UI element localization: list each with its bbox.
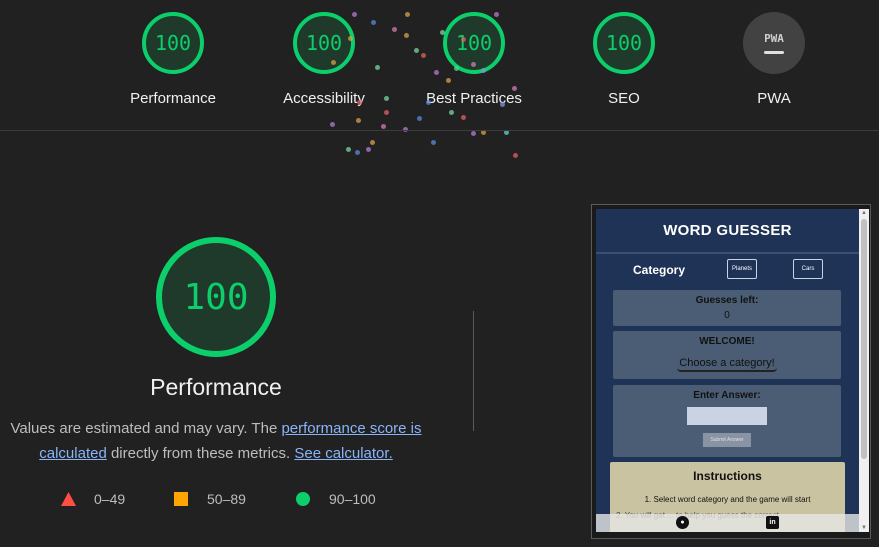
scrollbar-thumb[interactable] bbox=[861, 219, 867, 459]
submit-answer-button: Submit Answer bbox=[703, 433, 751, 447]
gauge-pwa[interactable]: PWA PWA bbox=[699, 12, 849, 107]
performance-main-gauge: 100 bbox=[156, 237, 276, 357]
confetti-dot bbox=[331, 60, 336, 65]
confetti-dot bbox=[392, 27, 397, 32]
confetti-dot bbox=[434, 70, 439, 75]
desc-text: Values are estimated and may vary. The bbox=[10, 420, 282, 437]
confetti-dot bbox=[449, 110, 454, 115]
cars-button: Cars bbox=[793, 259, 823, 279]
confetti-dot bbox=[481, 68, 486, 73]
confetti-dot bbox=[500, 102, 505, 107]
confetti-dot bbox=[404, 33, 409, 38]
confetti-dot bbox=[384, 96, 389, 101]
screenshot-scrollbar[interactable]: ▲ ▼ bbox=[859, 209, 869, 532]
linkedin-icon: in bbox=[766, 516, 779, 529]
confetti-dot bbox=[371, 20, 376, 25]
instruction-line: 1. Select word category and the game wil… bbox=[644, 495, 811, 504]
confetti-dot bbox=[512, 86, 517, 91]
performance-title: Performance bbox=[150, 374, 282, 400]
answer-panel: Enter Answer: Submit Answer bbox=[613, 385, 841, 457]
confetti-dot bbox=[348, 36, 353, 41]
legend-range: 50–89 bbox=[207, 491, 246, 507]
confetti-dot bbox=[355, 150, 360, 155]
confetti-dot bbox=[446, 78, 451, 83]
confetti-dot bbox=[384, 110, 389, 115]
gauge-accessibility[interactable]: 100 Accessibility bbox=[249, 12, 399, 107]
header-divider bbox=[0, 130, 879, 131]
confetti-dot bbox=[494, 12, 499, 17]
confetti-dot bbox=[375, 65, 380, 70]
final-screenshot: WORD GUESSER Category Planets Cars Guess… bbox=[596, 209, 859, 532]
confetti-dot bbox=[461, 115, 466, 120]
gauge-seo[interactable]: 100 SEO bbox=[549, 12, 699, 107]
vertical-separator bbox=[473, 311, 474, 431]
legend-range: 90–100 bbox=[329, 491, 376, 507]
github-icon: ● bbox=[676, 516, 689, 529]
square-icon bbox=[174, 492, 188, 506]
confetti-dot bbox=[471, 131, 476, 136]
confetti-dot bbox=[370, 140, 375, 145]
gauge-score: 100 bbox=[293, 12, 355, 74]
confetti-dot bbox=[431, 140, 436, 145]
confetti-dot bbox=[513, 153, 518, 158]
welcome-label: WELCOME! bbox=[699, 336, 755, 347]
category-label: Category bbox=[633, 263, 686, 277]
legend-fail: 0–49 bbox=[61, 491, 125, 507]
welcome-panel: WELCOME! Choose a category! bbox=[613, 331, 841, 379]
circle-icon bbox=[296, 492, 310, 506]
confetti-dot bbox=[405, 12, 410, 17]
confetti-dot bbox=[366, 147, 371, 152]
gauge-label: PWA bbox=[757, 90, 791, 107]
confetti-dot bbox=[461, 37, 466, 42]
gauge-label: Accessibility bbox=[283, 90, 365, 107]
confetti-dot bbox=[356, 118, 361, 123]
confetti-dot bbox=[417, 116, 422, 121]
instructions-title: Instructions bbox=[693, 469, 762, 483]
guesses-label: Guesses left: bbox=[695, 295, 759, 306]
guesses-value: 0 bbox=[724, 310, 730, 321]
gauge-label: Performance bbox=[130, 90, 216, 107]
legend-range: 0–49 bbox=[94, 491, 126, 507]
confetti-dot bbox=[414, 48, 419, 53]
enter-answer-label: Enter Answer: bbox=[693, 390, 761, 401]
scroll-up-icon[interactable]: ▲ bbox=[861, 210, 867, 216]
gauge-score: 100 bbox=[142, 12, 204, 74]
gauge-label: SEO bbox=[608, 90, 640, 107]
desc-text: directly from these metrics. bbox=[106, 445, 295, 462]
see-calculator-link[interactable]: See calculator. bbox=[294, 445, 392, 462]
gauge-score: 100 bbox=[593, 12, 655, 74]
confetti-dot bbox=[381, 124, 386, 129]
app-title: WORD GUESSER bbox=[596, 209, 859, 254]
gauge-performance[interactable]: 100 Performance bbox=[98, 12, 248, 107]
confetti-dot bbox=[346, 147, 351, 152]
choose-category-text: Choose a category! bbox=[677, 357, 777, 372]
pwa-badge-text: PWA bbox=[764, 32, 784, 45]
pwa-dash bbox=[764, 51, 784, 54]
app-footer: ● in bbox=[596, 514, 859, 532]
confetti-dot bbox=[471, 62, 476, 67]
guesses-panel: Guesses left: 0 bbox=[613, 290, 841, 326]
scroll-down-icon[interactable]: ▼ bbox=[861, 525, 867, 531]
confetti-dot bbox=[352, 12, 357, 17]
confetti-dot bbox=[357, 100, 362, 105]
performance-description: Values are estimated and may vary. The p… bbox=[0, 416, 432, 466]
confetti-dot bbox=[426, 100, 431, 105]
category-row: Category Planets Cars bbox=[596, 257, 859, 283]
planets-button: Planets bbox=[727, 259, 757, 279]
confetti-dot bbox=[330, 122, 335, 127]
triangle-icon bbox=[61, 492, 76, 506]
confetti-dot bbox=[440, 30, 445, 35]
confetti-dot bbox=[454, 66, 459, 71]
pwa-badge-icon: PWA bbox=[743, 12, 805, 74]
legend-average: 50–89 bbox=[174, 491, 246, 507]
gauge-best-practices[interactable]: 100 Best Practices bbox=[399, 12, 549, 107]
answer-input bbox=[687, 407, 767, 425]
category-gauges: 100 Performance 100 Accessibility 100 Be… bbox=[0, 0, 879, 130]
legend-pass: 90–100 bbox=[296, 491, 376, 507]
gauge-label: Best Practices bbox=[426, 90, 522, 107]
confetti-dot bbox=[421, 53, 426, 58]
